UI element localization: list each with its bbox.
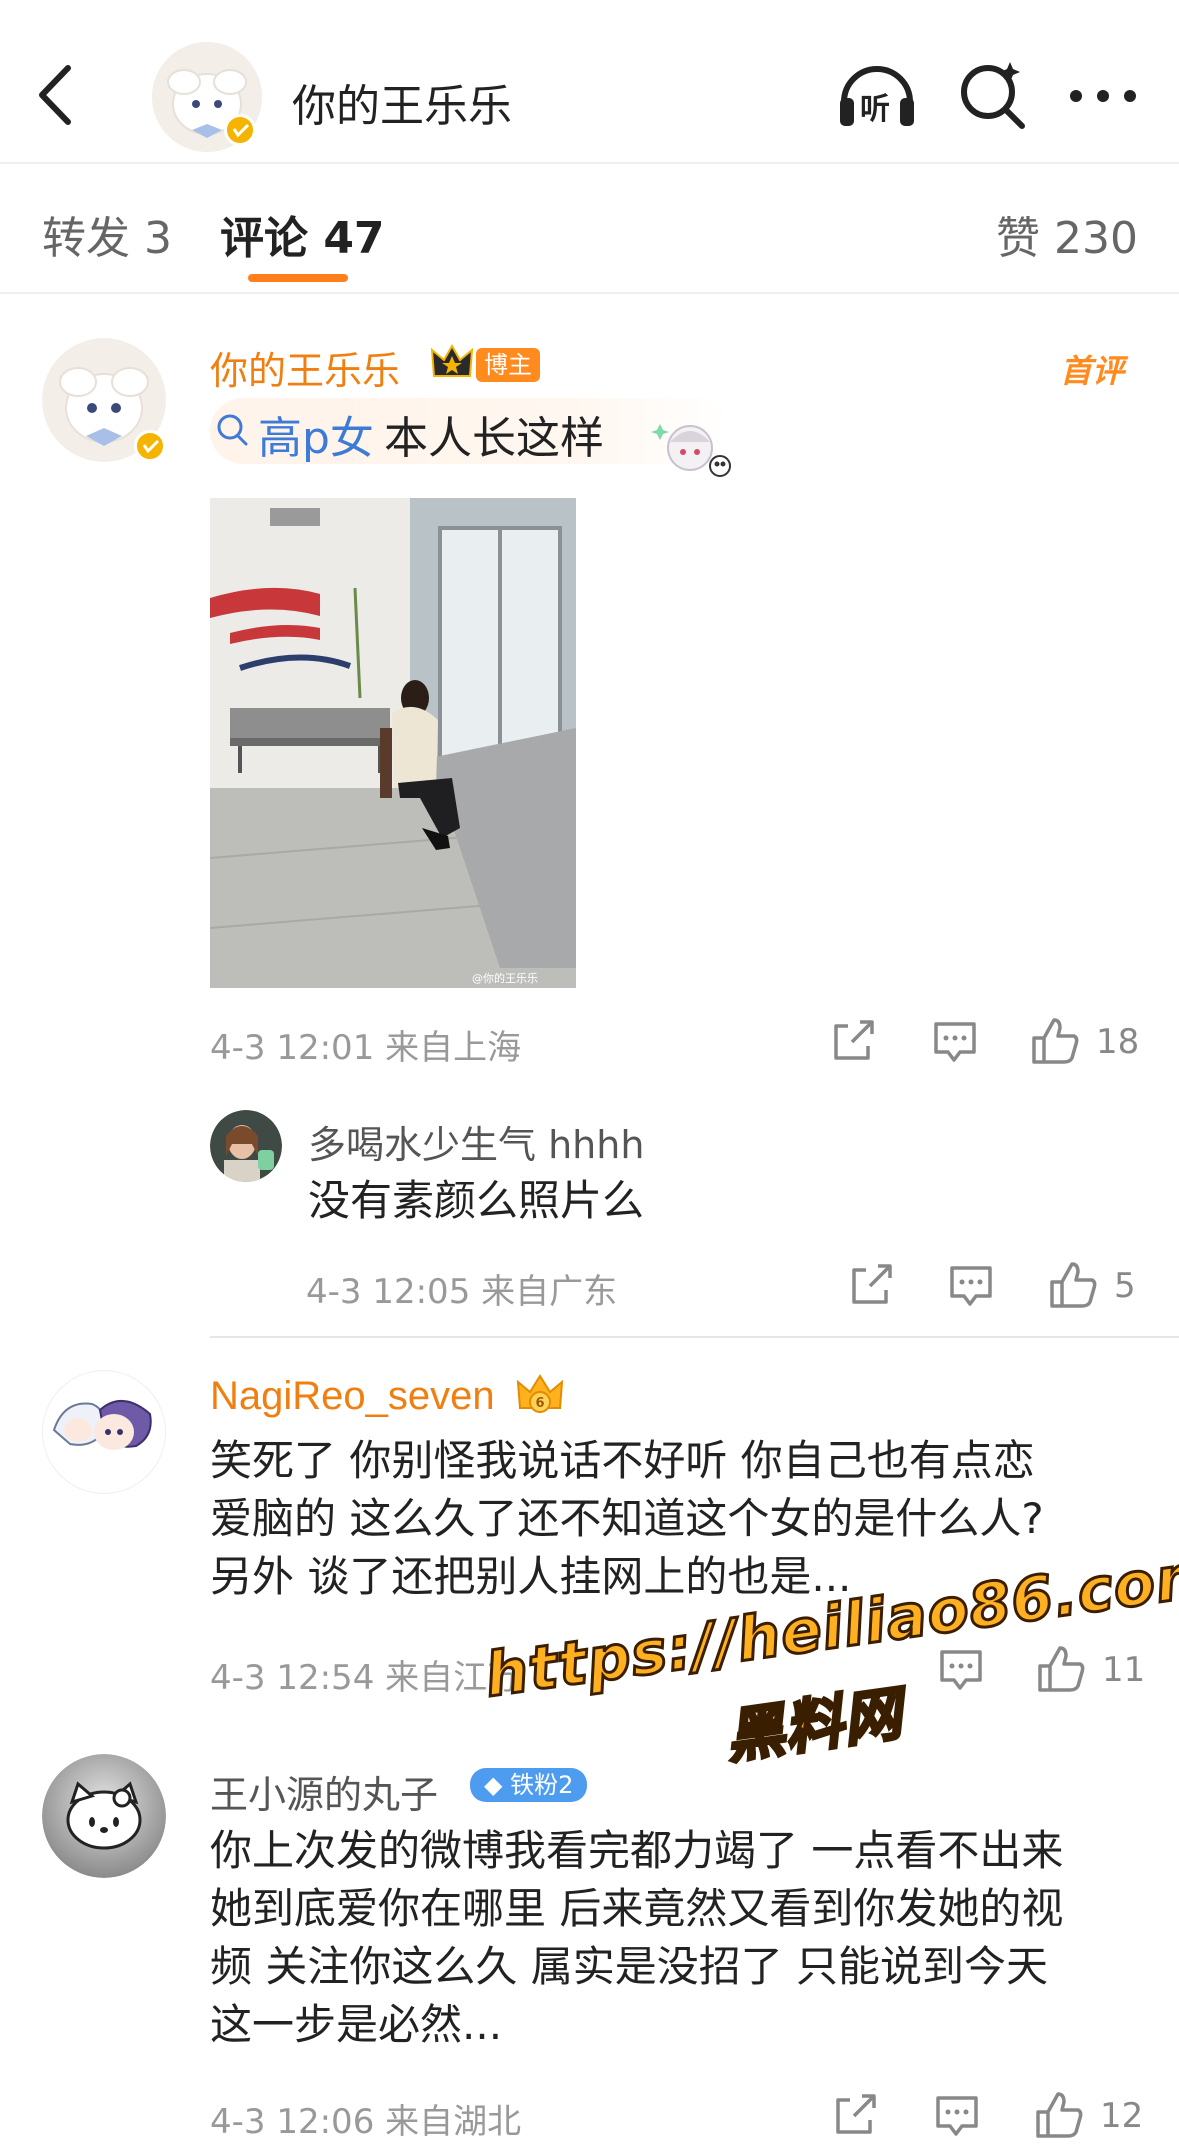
like-count: 5 bbox=[1114, 1266, 1136, 1306]
anime-sticker bbox=[650, 414, 740, 488]
listen-label: 听 bbox=[860, 92, 890, 127]
like-icon[interactable] bbox=[1048, 1260, 1098, 1310]
share-icon[interactable] bbox=[848, 1262, 894, 1308]
top-comment-tag: 首评 bbox=[1060, 352, 1125, 390]
share-icon[interactable] bbox=[832, 2092, 878, 2138]
comment-username[interactable]: NagiReo_seven bbox=[210, 1374, 495, 1419]
search-icon bbox=[216, 412, 250, 448]
top-bar: 你的王乐乐 听 bbox=[0, 0, 1179, 164]
avatar[interactable] bbox=[210, 1110, 282, 1182]
comment-text-line: 爱脑的 这么久了还不知道这个女的是什么人? bbox=[210, 1494, 1044, 1543]
reply-icon[interactable] bbox=[932, 1020, 978, 1064]
comment-text: 本人长这样 bbox=[384, 413, 604, 464]
comment-text-line: 这一步是必然... bbox=[210, 2000, 503, 2049]
divider bbox=[210, 1336, 1179, 1338]
avatar[interactable] bbox=[42, 1754, 166, 1878]
tab-likes[interactable]: 赞 230 bbox=[996, 202, 1138, 266]
search-link[interactable]: 高p女 bbox=[258, 402, 374, 466]
search-chip[interactable]: 高p女 本人长这样 bbox=[210, 398, 731, 477]
comment-username[interactable]: 王小源的丸子 bbox=[210, 1764, 438, 1819]
comment-text-line: 频 关注你这么久 属实是没招了 只能说到今天 bbox=[210, 1942, 1049, 1991]
reply-icon[interactable] bbox=[948, 1264, 994, 1308]
like-count: 12 bbox=[1100, 2096, 1144, 2136]
tab-bar: 转发 3 评论 47 赞 230 bbox=[0, 164, 1179, 294]
verified-icon bbox=[134, 430, 166, 462]
comment-text-line: 你上次发的微博我看完都力竭了 一点看不出来 bbox=[210, 1826, 1064, 1875]
comment-time: 4-3 12:06 来自湖北 bbox=[210, 2102, 522, 2142]
photo-credit: @你的王乐乐 bbox=[472, 971, 538, 985]
tab-comments[interactable]: 评论 47 bbox=[220, 202, 385, 266]
reply-username[interactable]: 多喝水少生气 hhhh bbox=[308, 1114, 644, 1169]
crown-icon bbox=[430, 342, 474, 384]
comment-text-line: 笑死了 你别怪我说话不好听 你自己也有点恋 bbox=[210, 1436, 1035, 1485]
vip-crown-icon: 6 bbox=[516, 1372, 564, 1418]
like-icon[interactable] bbox=[1034, 2090, 1084, 2140]
like-icon[interactable] bbox=[1030, 1016, 1080, 1066]
more-icon[interactable] bbox=[1068, 86, 1138, 106]
back-icon[interactable] bbox=[30, 60, 80, 130]
tab-repost[interactable]: 转发 3 bbox=[42, 202, 172, 266]
listen-icon[interactable]: 听 bbox=[834, 56, 920, 132]
like-count: 18 bbox=[1096, 1022, 1140, 1062]
search-icon[interactable] bbox=[958, 58, 1028, 130]
verified-icon bbox=[224, 114, 256, 146]
author-badge: 博主 bbox=[476, 348, 540, 382]
header-title[interactable]: 你的王乐乐 bbox=[292, 70, 512, 134]
avatar[interactable] bbox=[42, 1370, 166, 1494]
comment-username[interactable]: 你的王乐乐 bbox=[210, 340, 400, 395]
comment-text-line: 她到底爱你在哪里 后来竟然又看到你发她的视 bbox=[210, 1884, 1064, 1933]
reply-icon[interactable] bbox=[934, 2094, 980, 2138]
reply-time: 4-3 12:05 来自广东 bbox=[306, 1272, 618, 1312]
comment-time: 4-3 12:01 来自上海 bbox=[210, 1028, 522, 1068]
comment-item: 你的王乐乐 博主 首评 高p女 本人长这样 @你的王乐乐 4-3 12:01 来… bbox=[0, 294, 1179, 1338]
svg-text:6: 6 bbox=[535, 1396, 544, 1411]
watermark-name: 黑料网 bbox=[720, 1678, 908, 1773]
reply-text: 没有素颜么照片么 bbox=[308, 1176, 645, 1225]
tab-indicator bbox=[248, 274, 348, 282]
comment-photo[interactable]: @你的王乐乐 bbox=[210, 498, 576, 988]
share-icon[interactable] bbox=[830, 1018, 876, 1064]
